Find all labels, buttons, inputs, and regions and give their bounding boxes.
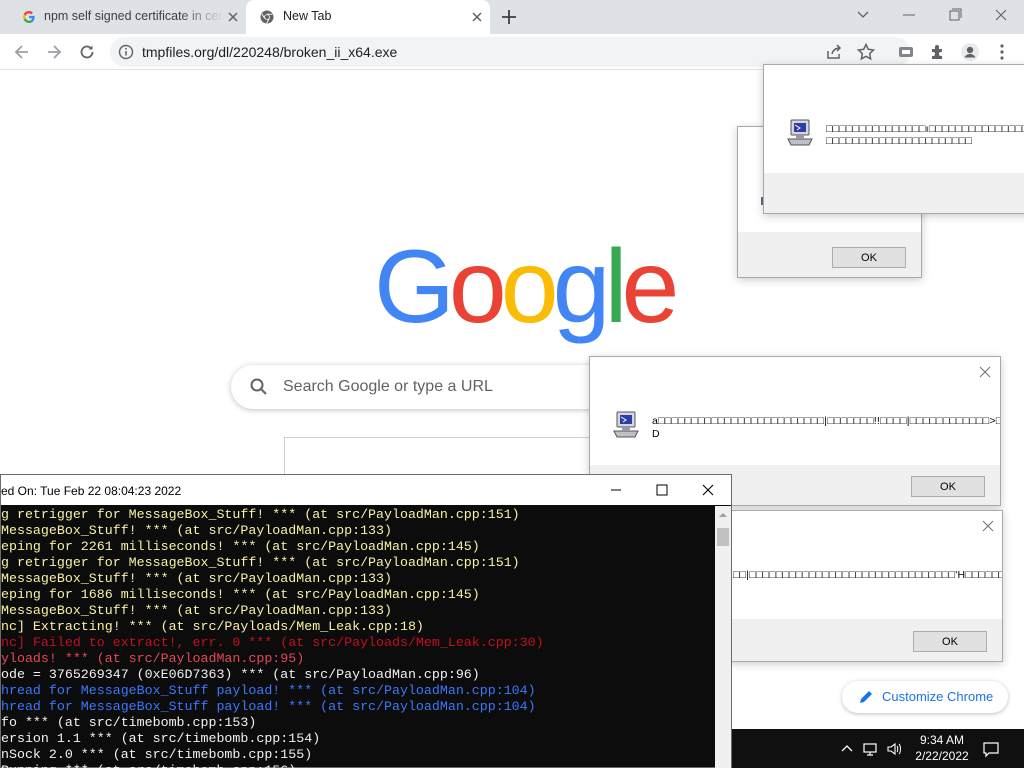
console-window: ed On: Tue Feb 22 08:04:23 2022 g retrig…	[0, 474, 732, 768]
desktop: npm self signed certificate in certifica…	[0, 0, 1024, 768]
console-line: eping for 2261 milliseconds! *** (at src…	[1, 539, 480, 554]
close-icon[interactable]	[978, 365, 992, 379]
logo-letter: e	[621, 229, 680, 345]
reload-icon[interactable]	[77, 42, 97, 62]
computer-icon	[613, 411, 639, 438]
console-line: ersion 1.1 *** (at src/timebomb.cpp:154)	[1, 731, 321, 746]
message-text: □□□□□□□□□□□□□□□□□□□□□□	[826, 135, 973, 147]
taskbar-clock[interactable]: 9:34 AM 2/22/2022	[910, 732, 974, 764]
search-input[interactable]	[283, 375, 583, 399]
close-window-icon[interactable]	[700, 482, 716, 498]
logo-letter: G	[374, 229, 455, 345]
back-arrow-icon[interactable]	[12, 42, 32, 62]
taskbar: 9:34 AM 2/22/2022	[732, 729, 1024, 768]
scroll-up-arrow-icon[interactable]	[719, 511, 727, 519]
minimize-icon[interactable]	[897, 4, 921, 26]
console-line: hread for MessageBox_Stuff payload! *** …	[1, 683, 536, 698]
minimize-icon[interactable]	[608, 482, 624, 498]
scroll-thumb[interactable]	[717, 528, 729, 546]
address-bar[interactable]: tmpfiles.org/dl/220248/broken_ii_x64.exe	[110, 37, 910, 67]
message-text: □□□□□□□□□□□□□□□ı□□□□□□□□□□□□□□□□□□□□□	[826, 123, 1024, 135]
logo-letter: g	[552, 229, 611, 345]
forward-arrow-icon[interactable]	[44, 42, 64, 62]
search-icon	[250, 378, 267, 395]
console-line: MessageBox_Stuff! *** (at src/PayloadMan…	[1, 603, 392, 618]
console-line: g retrigger for MessageBox_Stuff! *** (a…	[1, 507, 520, 522]
site-info-icon[interactable]	[118, 44, 134, 60]
console-line: nc] Failed to extract!, err. 0 *** (at s…	[1, 635, 544, 650]
clock-date: 2/22/2022	[915, 749, 969, 763]
tab-new-tab[interactable]: New Tab	[246, 0, 490, 34]
customize-chrome-button[interactable]: Customize Chrome	[842, 681, 1008, 713]
google-logo: Google	[374, 228, 680, 347]
close-tab-icon[interactable]	[226, 10, 240, 24]
show-hidden-icons-chevron-icon[interactable]	[838, 740, 856, 758]
chrome-icon	[260, 10, 274, 24]
console-line: ode = 3765269347 (0xE06D7363) *** (at sr…	[1, 667, 480, 682]
tab-title: npm self signed certificate in certifica…	[44, 9, 224, 23]
logo-letter: o	[500, 229, 559, 345]
ok-button[interactable]: OK	[832, 247, 906, 268]
restore-icon[interactable]	[943, 4, 967, 26]
ok-button[interactable]: OK	[911, 476, 985, 497]
console-line: fo *** (at src/timebomb.cpp:153)	[1, 715, 257, 730]
message-box: □□□□□□□□□□□□□□□ı□□□□□□□□□□□□□□ □□□□□□□ □□…	[763, 64, 1024, 214]
console-line: MessageBox_Stuff! *** (at src/PayloadMan…	[1, 571, 392, 586]
console-output: g retrigger for MessageBox_Stuff! *** (a…	[1, 506, 715, 768]
logo-letter: o	[448, 229, 507, 345]
console-line: MessageBox_Stuff! *** (at src/PayloadMan…	[1, 523, 392, 538]
tab-title: New Tab	[283, 9, 332, 23]
close-icon[interactable]	[981, 519, 995, 533]
console-scrollbar[interactable]	[715, 506, 731, 768]
extension-tab-icon[interactable]	[896, 42, 916, 62]
new-tab-plus-icon[interactable]	[500, 8, 518, 26]
computer-icon	[787, 119, 813, 146]
maximize-icon[interactable]	[654, 482, 670, 498]
tab-strip: npm self signed certificate in certifica…	[0, 0, 1024, 34]
extensions-puzzle-icon[interactable]	[928, 42, 948, 62]
bookmark-star-icon[interactable]	[856, 42, 876, 62]
console-line: nc] Extracting! *** (at src/Payloads/Mem…	[1, 619, 424, 634]
console-line: hread for MessageBox_Stuff payload! *** …	[1, 699, 536, 714]
chrome-menu-icon[interactable]	[992, 42, 1012, 62]
close-window-icon[interactable]	[989, 4, 1013, 26]
url-text: tmpfiles.org/dl/220248/broken_ii_x64.exe	[142, 44, 398, 60]
message-text: □□|□□□□□□□□□□□□□□□□□□□□□□□□□□□□□□□'H□□□□…	[733, 569, 1003, 581]
google-g-icon	[23, 11, 35, 23]
profile-avatar-icon[interactable]	[960, 42, 980, 62]
logo-letter: l	[604, 229, 627, 345]
tab-npm-search[interactable]: npm self signed certificate in certifica…	[0, 0, 246, 34]
notifications-icon[interactable]	[982, 740, 1000, 758]
tab-search-chevron-icon[interactable]	[851, 4, 875, 26]
message-text: D	[652, 428, 660, 440]
console-line: Running *** (at src/timebomb.cpp:156)	[1, 763, 715, 768]
message-text: a□□□□□□□□□□□□□□□□□□□□□□□□□|□□□□□□□!!□□□□…	[652, 415, 1001, 427]
close-tab-icon[interactable]	[470, 10, 484, 24]
console-line: yloads! *** (at src/PayloadMan.cpp:95)	[1, 651, 305, 666]
console-line: g retrigger for MessageBox_Stuff! *** (a…	[1, 555, 520, 570]
pencil-icon	[860, 691, 872, 703]
clock-time: 9:34 AM	[919, 733, 965, 747]
share-icon[interactable]	[824, 42, 844, 62]
console-line: nSock 2.0 *** (at src/timebomb.cpp:155)	[1, 747, 313, 762]
console-title: ed On: Tue Feb 22 08:04:23 2022	[1, 484, 182, 498]
network-icon[interactable]	[862, 740, 880, 758]
console-titlebar[interactable]: ed On: Tue Feb 22 08:04:23 2022	[1, 475, 731, 505]
customize-chrome-label: Customize Chrome	[882, 689, 994, 704]
volume-icon[interactable]	[886, 740, 904, 758]
console-line: eping for 1686 milliseconds! *** (at src…	[1, 587, 480, 602]
ok-button[interactable]: OK	[913, 631, 987, 652]
message-box: □□|□□□□□□□□□□□□□□□□□□□□□□□□□□□□□□□'H□□□□…	[730, 510, 1003, 662]
